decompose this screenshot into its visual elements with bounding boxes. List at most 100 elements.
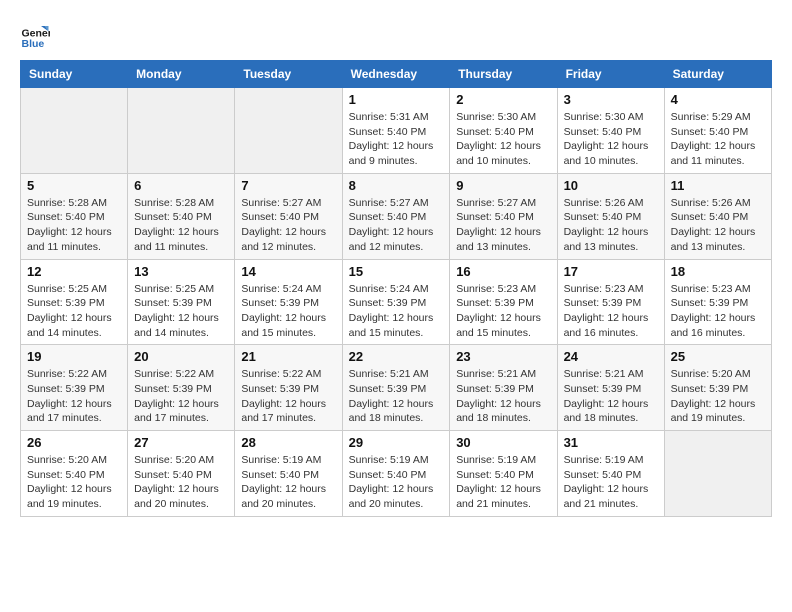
day-number: 1 — [349, 92, 444, 107]
day-number: 14 — [241, 264, 335, 279]
day-info: Sunrise: 5:21 AM Sunset: 5:39 PM Dayligh… — [349, 367, 444, 426]
calendar-day-cell: 14 Sunrise: 5:24 AM Sunset: 5:39 PM Dayli… — [235, 259, 342, 345]
weekday-header-wednesday: Wednesday — [342, 61, 450, 88]
day-info: Sunrise: 5:21 AM Sunset: 5:39 PM Dayligh… — [564, 367, 658, 426]
day-info: Sunrise: 5:19 AM Sunset: 5:40 PM Dayligh… — [241, 453, 335, 512]
logo: General Blue — [20, 20, 50, 50]
day-number: 24 — [564, 349, 658, 364]
day-number: 31 — [564, 435, 658, 450]
calendar-day-cell: 15 Sunrise: 5:24 AM Sunset: 5:39 PM Dayli… — [342, 259, 450, 345]
calendar-day-cell: 29Sunrise: 5:19 AM Sunset: 5:40 PM Dayli… — [342, 431, 450, 517]
calendar-day-cell: 31 Sunrise: 5:19 AM Sunset: 5:40 PM Dayli… — [557, 431, 664, 517]
weekday-header-saturday: Saturday — [664, 61, 771, 88]
calendar-day-cell: 30 Sunrise: 5:19 AM Sunset: 5:40 PM Dayli… — [450, 431, 557, 517]
day-info: Sunrise: 5:26 AM Sunset: 5:40 PM Dayligh… — [564, 196, 658, 255]
calendar-day-cell: 19 Sunrise: 5:22 AM Sunset: 5:39 PM Dayli… — [21, 345, 128, 431]
day-info: Sunrise: 5:24 AM Sunset: 5:39 PM Dayligh… — [349, 282, 444, 341]
calendar-table: SundayMondayTuesdayWednesdayThursdayFrid… — [20, 60, 772, 517]
calendar-day-cell: 13 Sunrise: 5:25 AM Sunset: 5:39 PM Dayli… — [128, 259, 235, 345]
day-number: 16 — [456, 264, 550, 279]
day-number: 21 — [241, 349, 335, 364]
calendar-day-cell — [128, 88, 235, 174]
day-number: 26 — [27, 435, 121, 450]
calendar-week-row: 12 Sunrise: 5:25 AM Sunset: 5:39 PM Dayli… — [21, 259, 772, 345]
day-info: Sunrise: 5:26 AM Sunset: 5:40 PM Dayligh… — [671, 196, 765, 255]
day-number: 3 — [564, 92, 658, 107]
day-info: Sunrise: 5:27 AM Sunset: 5:40 PM Dayligh… — [456, 196, 550, 255]
day-info: Sunrise: 5:31 AM Sunset: 5:40 PM Dayligh… — [349, 110, 444, 169]
calendar-day-cell: 25 Sunrise: 5:20 AM Sunset: 5:39 PM Dayli… — [664, 345, 771, 431]
day-number: 7 — [241, 178, 335, 193]
calendar-week-row: 1 Sunrise: 5:31 AM Sunset: 5:40 PM Daylig… — [21, 88, 772, 174]
calendar-day-cell: 8 Sunrise: 5:27 AM Sunset: 5:40 PM Daylig… — [342, 173, 450, 259]
day-info: Sunrise: 5:25 AM Sunset: 5:39 PM Dayligh… — [134, 282, 228, 341]
day-number: 19 — [27, 349, 121, 364]
calendar-day-cell — [664, 431, 771, 517]
calendar-day-cell: 4 Sunrise: 5:29 AM Sunset: 5:40 PM Daylig… — [664, 88, 771, 174]
day-number: 25 — [671, 349, 765, 364]
day-info: Sunrise: 5:20 AM Sunset: 5:40 PM Dayligh… — [27, 453, 121, 512]
day-number: 15 — [349, 264, 444, 279]
calendar-day-cell: 16Sunrise: 5:23 AM Sunset: 5:39 PM Dayli… — [450, 259, 557, 345]
day-info: Sunrise: 5:20 AM Sunset: 5:40 PM Dayligh… — [134, 453, 228, 512]
calendar-day-cell: 28 Sunrise: 5:19 AM Sunset: 5:40 PM Dayli… — [235, 431, 342, 517]
day-number: 28 — [241, 435, 335, 450]
day-info: Sunrise: 5:22 AM Sunset: 5:39 PM Dayligh… — [241, 367, 335, 426]
weekday-header-row: SundayMondayTuesdayWednesdayThursdayFrid… — [21, 61, 772, 88]
calendar-day-cell: 5 Sunrise: 5:28 AM Sunset: 5:40 PM Daylig… — [21, 173, 128, 259]
day-number: 12 — [27, 264, 121, 279]
day-number: 29 — [349, 435, 444, 450]
day-number: 20 — [134, 349, 228, 364]
calendar-day-cell: 27 Sunrise: 5:20 AM Sunset: 5:40 PM Dayli… — [128, 431, 235, 517]
day-number: 8 — [349, 178, 444, 193]
calendar-day-cell: 23Sunrise: 5:21 AM Sunset: 5:39 PM Dayli… — [450, 345, 557, 431]
calendar-day-cell: 2 Sunrise: 5:30 AM Sunset: 5:40 PM Daylig… — [450, 88, 557, 174]
calendar-day-cell: 26 Sunrise: 5:20 AM Sunset: 5:40 PM Dayli… — [21, 431, 128, 517]
day-info: Sunrise: 5:23 AM Sunset: 5:39 PM Dayligh… — [564, 282, 658, 341]
day-number: 11 — [671, 178, 765, 193]
calendar-day-cell: 10Sunrise: 5:26 AM Sunset: 5:40 PM Dayli… — [557, 173, 664, 259]
day-number: 4 — [671, 92, 765, 107]
day-info: Sunrise: 5:19 AM Sunset: 5:40 PM Dayligh… — [564, 453, 658, 512]
day-number: 13 — [134, 264, 228, 279]
day-info: Sunrise: 5:20 AM Sunset: 5:39 PM Dayligh… — [671, 367, 765, 426]
calendar-day-cell: 24 Sunrise: 5:21 AM Sunset: 5:39 PM Dayli… — [557, 345, 664, 431]
day-info: Sunrise: 5:22 AM Sunset: 5:39 PM Dayligh… — [27, 367, 121, 426]
day-number: 18 — [671, 264, 765, 279]
calendar-day-cell: 11 Sunrise: 5:26 AM Sunset: 5:40 PM Dayli… — [664, 173, 771, 259]
weekday-header-tuesday: Tuesday — [235, 61, 342, 88]
page-header: General Blue — [20, 20, 772, 50]
day-info: Sunrise: 5:30 AM Sunset: 5:40 PM Dayligh… — [564, 110, 658, 169]
day-number: 27 — [134, 435, 228, 450]
calendar-day-cell — [235, 88, 342, 174]
calendar-day-cell: 7Sunrise: 5:27 AM Sunset: 5:40 PM Daylig… — [235, 173, 342, 259]
calendar-day-cell: 12 Sunrise: 5:25 AM Sunset: 5:39 PM Dayli… — [21, 259, 128, 345]
calendar-day-cell: 22 Sunrise: 5:21 AM Sunset: 5:39 PM Dayli… — [342, 345, 450, 431]
day-info: Sunrise: 5:22 AM Sunset: 5:39 PM Dayligh… — [134, 367, 228, 426]
calendar-day-cell: 3 Sunrise: 5:30 AM Sunset: 5:40 PM Daylig… — [557, 88, 664, 174]
day-number: 22 — [349, 349, 444, 364]
day-info: Sunrise: 5:24 AM Sunset: 5:39 PM Dayligh… — [241, 282, 335, 341]
day-number: 2 — [456, 92, 550, 107]
calendar-day-cell: 9Sunrise: 5:27 AM Sunset: 5:40 PM Daylig… — [450, 173, 557, 259]
calendar-day-cell: 20 Sunrise: 5:22 AM Sunset: 5:39 PM Dayli… — [128, 345, 235, 431]
day-number: 5 — [27, 178, 121, 193]
day-info: Sunrise: 5:29 AM Sunset: 5:40 PM Dayligh… — [671, 110, 765, 169]
day-info: Sunrise: 5:27 AM Sunset: 5:40 PM Dayligh… — [349, 196, 444, 255]
calendar-day-cell: 21 Sunrise: 5:22 AM Sunset: 5:39 PM Dayli… — [235, 345, 342, 431]
day-info: Sunrise: 5:19 AM Sunset: 5:40 PM Dayligh… — [456, 453, 550, 512]
day-number: 30 — [456, 435, 550, 450]
day-number: 17 — [564, 264, 658, 279]
day-info: Sunrise: 5:28 AM Sunset: 5:40 PM Dayligh… — [134, 196, 228, 255]
day-info: Sunrise: 5:21 AM Sunset: 5:39 PM Dayligh… — [456, 367, 550, 426]
day-info: Sunrise: 5:28 AM Sunset: 5:40 PM Dayligh… — [27, 196, 121, 255]
day-info: Sunrise: 5:23 AM Sunset: 5:39 PM Dayligh… — [671, 282, 765, 341]
day-info: Sunrise: 5:30 AM Sunset: 5:40 PM Dayligh… — [456, 110, 550, 169]
calendar-week-row: 26 Sunrise: 5:20 AM Sunset: 5:40 PM Dayli… — [21, 431, 772, 517]
calendar-week-row: 19 Sunrise: 5:22 AM Sunset: 5:39 PM Dayli… — [21, 345, 772, 431]
calendar-day-cell: 6Sunrise: 5:28 AM Sunset: 5:40 PM Daylig… — [128, 173, 235, 259]
calendar-day-cell: 17 Sunrise: 5:23 AM Sunset: 5:39 PM Dayli… — [557, 259, 664, 345]
day-info: Sunrise: 5:25 AM Sunset: 5:39 PM Dayligh… — [27, 282, 121, 341]
weekday-header-friday: Friday — [557, 61, 664, 88]
weekday-header-thursday: Thursday — [450, 61, 557, 88]
